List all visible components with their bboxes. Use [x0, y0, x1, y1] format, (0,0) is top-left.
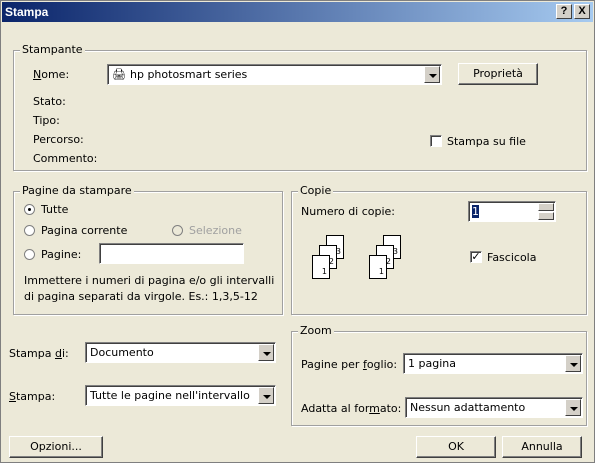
printer-icon: 🖨: [112, 68, 126, 81]
printer-name-value: hp photosmart series: [130, 68, 248, 81]
print-what-label: Stampa di:: [9, 347, 69, 360]
type-label: Tipo:: [33, 114, 60, 127]
chevron-down-icon[interactable]: [258, 344, 274, 361]
radio-all-pages[interactable]: [24, 204, 35, 215]
cancel-button[interactable]: Annulla: [502, 436, 582, 458]
print-what-value: Documento: [90, 346, 154, 359]
chevron-down-icon[interactable]: [565, 399, 581, 416]
collate-checkbox[interactable]: ✓: [470, 251, 482, 263]
zoom-group: Zoom Pagine per foglio: 1 pagina Adatta …: [291, 324, 587, 426]
comment-label: Commento:: [33, 152, 98, 165]
print-range-select[interactable]: Tutte le pagine nell'intervallo: [85, 385, 276, 406]
radio-pages[interactable]: [24, 249, 35, 260]
printer-name-label: Nome:: [33, 68, 70, 81]
pages-input[interactable]: [99, 243, 244, 264]
title-bar[interactable]: Stampa ? X: [2, 2, 593, 22]
help-button[interactable]: ?: [556, 4, 572, 19]
copies-group: Copie Numero di copie: 1 3 2 1 3 2 1 ✓ F…: [291, 184, 587, 315]
printer-legend: Stampante: [20, 43, 85, 56]
copies-count-value: 1: [472, 205, 479, 218]
path-label: Percorso:: [33, 133, 84, 146]
spin-down-button[interactable]: [538, 212, 554, 220]
print-dialog: Stampa ? X Stampante Nome: 🖨 hp photosma…: [0, 0, 595, 463]
status-label: Stato:: [33, 95, 66, 108]
page-range-group: Pagine da stampare Tutte Pagina corrente…: [13, 184, 283, 315]
print-range-label: Stampa:: [9, 390, 56, 403]
copies-count-input[interactable]: 1: [468, 201, 556, 222]
scale-value: Nessun adattamento: [410, 401, 526, 414]
print-what-select[interactable]: Documento: [85, 342, 276, 363]
radio-current-page[interactable]: [24, 225, 35, 236]
pages-per-sheet-select[interactable]: 1 pagina: [403, 353, 583, 374]
print-to-file-label: Stampa su file: [447, 135, 526, 148]
printer-name-select[interactable]: 🖨 hp photosmart series: [107, 64, 442, 85]
close-button[interactable]: X: [574, 4, 590, 19]
copies-legend: Copie: [298, 184, 334, 197]
options-button[interactable]: Opzioni...: [9, 436, 103, 458]
chevron-down-icon[interactable]: [258, 387, 274, 404]
radio-current-label: Pagina corrente: [41, 224, 128, 237]
properties-button[interactable]: Proprietà: [458, 63, 538, 85]
pages-per-sheet-value: 1 pagina: [408, 357, 456, 370]
chevron-down-icon[interactable]: [424, 66, 440, 83]
ok-button[interactable]: OK: [416, 436, 496, 458]
radio-selection-label: Selezione: [189, 224, 242, 237]
spin-up-button[interactable]: [538, 203, 554, 211]
print-range-value: Tutte le pagine nell'intervallo: [90, 389, 250, 402]
print-to-file-checkbox[interactable]: [430, 135, 442, 147]
page-range-legend: Pagine da stampare: [20, 184, 134, 197]
radio-all-label: Tutte: [41, 203, 69, 216]
radio-pages-label: Pagine:: [41, 248, 82, 261]
radio-selection: [172, 225, 183, 236]
zoom-legend: Zoom: [298, 324, 334, 337]
pages-hint-line1: Immettere i numeri di pagina e/o gli int…: [24, 274, 275, 287]
chevron-down-icon[interactable]: [565, 355, 581, 372]
pages-hint-line2: di pagina separati da virgole. Es.: 1,3,…: [24, 290, 258, 303]
pages-per-sheet-label: Pagine per foglio:: [301, 358, 398, 371]
window-title: Stampa: [5, 5, 49, 19]
printer-group: Stampante Nome: 🖨 hp photosmart series P…: [13, 43, 587, 171]
scale-label: Adatta al formato:: [301, 402, 402, 415]
copies-count-label: Numero di copie:: [301, 205, 396, 218]
scale-select[interactable]: Nessun adattamento: [405, 397, 583, 418]
collate-label: Fascicola: [487, 251, 537, 264]
